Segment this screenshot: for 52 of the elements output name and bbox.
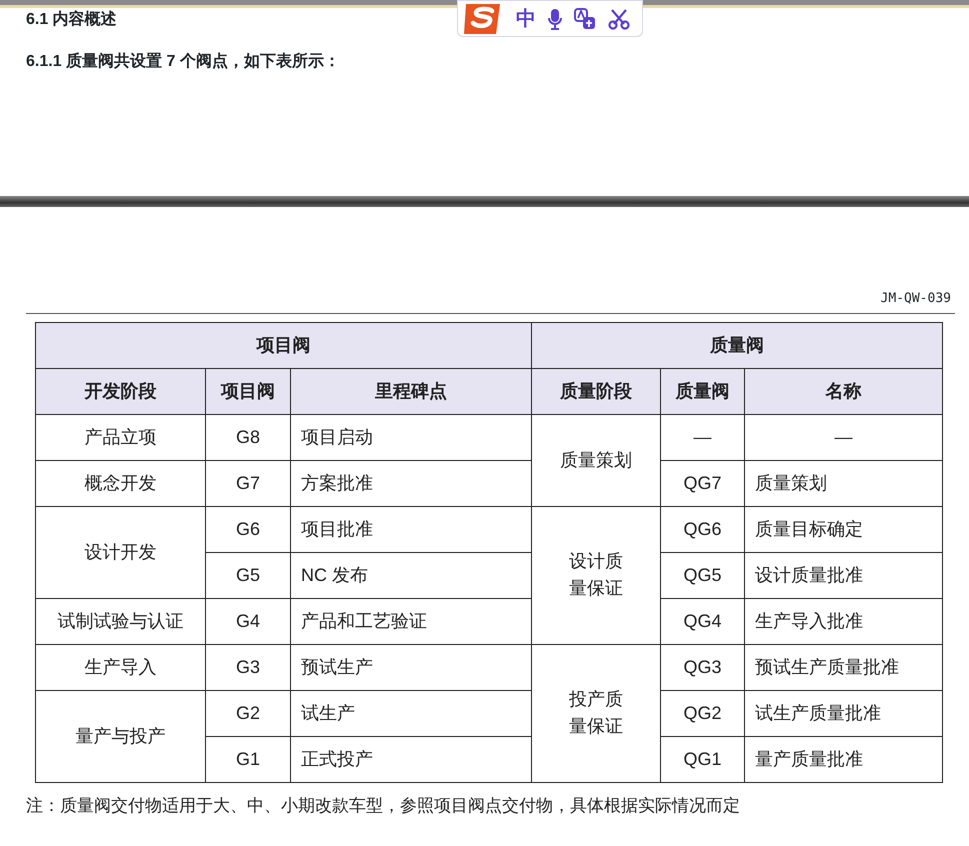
section-heading: 6.1 内容概述	[26, 12, 117, 28]
subsection-heading: 6.1.1 质量阀共设置 7 个阀点，如下表所示：	[26, 51, 341, 72]
column-header: 质量阀	[660, 368, 744, 414]
table-cell-text: 投产质量保证	[568, 688, 624, 738]
table-cell: 设计开发	[36, 506, 206, 598]
group-header: 项目阀	[36, 322, 532, 368]
table-cell: 预试生产	[290, 644, 532, 690]
table-cell: 生产导入	[36, 644, 206, 690]
table-cell: 设计质量批准	[744, 552, 942, 598]
table-cell: G1	[206, 736, 290, 782]
column-header: 项目阀	[206, 368, 290, 414]
column-header: 质量阶段	[532, 368, 660, 414]
table-cell: QG4	[660, 598, 744, 644]
table-cell: QG5	[660, 552, 744, 598]
table-cell: G6	[206, 506, 290, 552]
column-header: 名称	[744, 368, 942, 414]
table-cell: QG3	[660, 644, 744, 690]
table-cell: QG6	[660, 506, 744, 552]
table-cell: 试生产质量批准	[744, 690, 942, 736]
table-cell: QG1	[660, 736, 744, 782]
table-cell: G2	[206, 690, 290, 736]
table-cell: 质量目标确定	[744, 506, 942, 552]
table-cell: G3	[206, 644, 290, 690]
table-cell: 概念开发	[36, 460, 206, 506]
table-cell: G8	[206, 414, 290, 460]
translate-icon[interactable]	[574, 8, 596, 30]
table-cell: G7	[206, 460, 290, 506]
group-header: 质量阀	[532, 322, 942, 368]
table-cell: 项目启动	[290, 414, 532, 460]
table-cell: G4	[206, 598, 290, 644]
column-header: 里程碑点	[290, 368, 532, 414]
table-cell: QG2	[660, 690, 744, 736]
input-mode-toggle[interactable]: 中	[516, 4, 536, 34]
table-cell: 产品立项	[36, 414, 206, 460]
table-cell: 量产质量批准	[744, 736, 942, 782]
table-cell: —	[744, 414, 942, 460]
table-cell: 项目批准	[290, 506, 532, 552]
table-cell: 生产导入批准	[744, 598, 942, 644]
table-cell-text: 设计质量保证	[568, 550, 624, 600]
footnote: 注：质量阀交付物适用于大、中、小期改款车型，参照项目阀点交付物，具体根据实际情况而定	[26, 794, 741, 816]
table-cell: G5	[206, 552, 290, 598]
table-cell: —	[660, 414, 744, 460]
microphone-icon[interactable]	[548, 8, 562, 30]
table-cell: 试制试验与认证	[36, 598, 206, 644]
table-cell: 量产与投产	[36, 690, 206, 782]
table-cell: QG7	[660, 460, 744, 506]
table-cell: 预试生产质量批准	[744, 644, 942, 690]
document-code: JM-QW-039	[880, 290, 952, 308]
column-header: 开发阶段	[36, 368, 206, 414]
table-cell: 质量策划	[744, 460, 942, 506]
table-cell: 质量策划	[560, 450, 632, 470]
scissors-icon[interactable]	[608, 8, 630, 30]
